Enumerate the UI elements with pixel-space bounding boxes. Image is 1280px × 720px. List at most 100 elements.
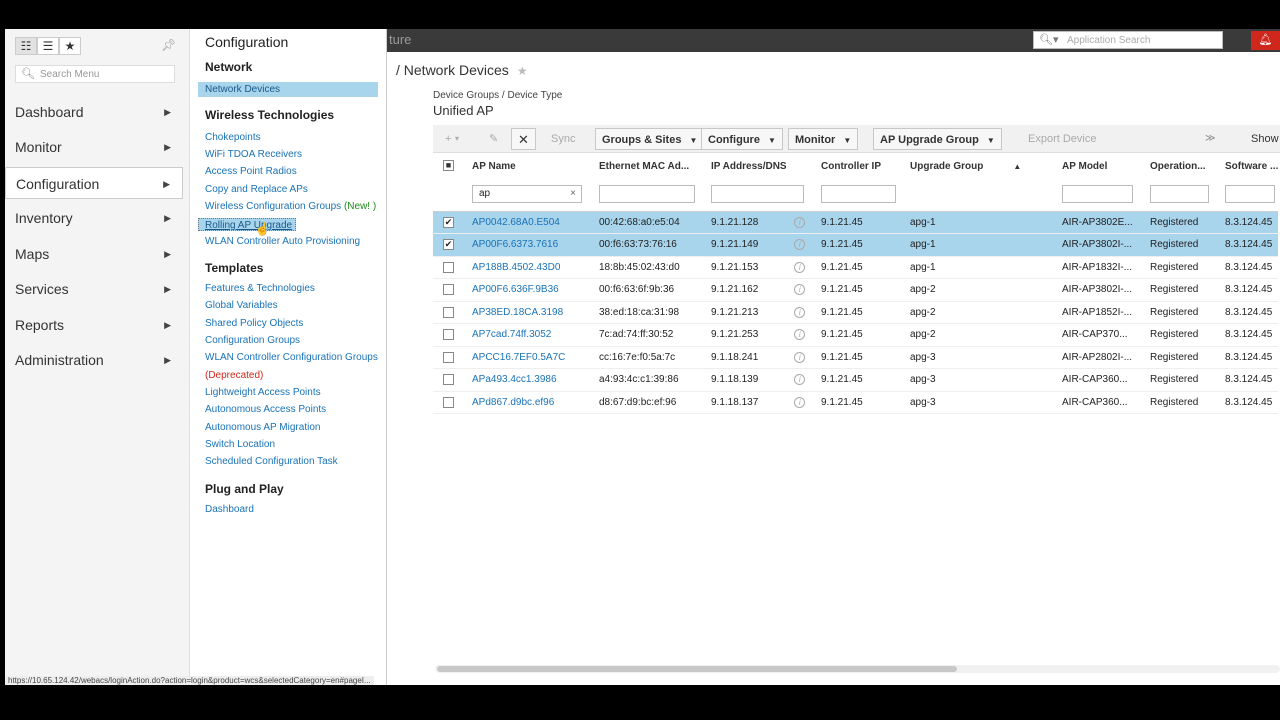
add-icon[interactable]: + <box>445 128 451 150</box>
breadcrumb[interactable]: Device Groups / Device Type <box>433 90 562 101</box>
info-icon[interactable]: i <box>794 284 806 296</box>
delete-icon[interactable]: ✕ <box>511 128 536 150</box>
menu-lightweight-aps[interactable]: Lightweight Access Points <box>205 387 321 398</box>
controller-ip-filter-input[interactable] <box>821 184 896 203</box>
operational-filter-input[interactable] <box>1150 184 1209 203</box>
menu-copy-replace-aps[interactable]: Copy and Replace APs <box>205 184 308 195</box>
table-row[interactable]: AP188B.4502.43D0 18:8b:45:02:43:d0 9.1.21.… <box>433 256 1279 279</box>
nav-inventory[interactable]: Inventory ▶ <box>5 202 183 234</box>
row-checkbox[interactable] <box>443 306 454 318</box>
application-search-input[interactable]: 🔍︎▾ Application Search <box>1033 31 1223 49</box>
menu-autonomous-ap-migration[interactable]: Autonomous AP Migration <box>205 422 320 433</box>
nav-monitor[interactable]: Monitor ▶ <box>5 131 183 163</box>
column-software[interactable]: Software ... <box>1219 155 1278 177</box>
table-row[interactable]: APd867.d9bc.ef96 d8:67:d9:bc:ef:96 9.1.18.… <box>433 391 1279 414</box>
monitor-button[interactable]: Monitor ▼ <box>788 128 859 150</box>
nav-configuration[interactable]: Configuration ▶ <box>5 167 183 199</box>
pin-icon[interactable]: 📌︎ <box>161 38 176 52</box>
row-checkbox[interactable] <box>443 396 454 408</box>
software-filter-input[interactable] <box>1225 184 1275 203</box>
table-row[interactable]: APCC16.7EF0.5A7C cc:16:7e:f0:5a:7c 9.1.18.… <box>433 346 1279 369</box>
ap-model-filter-input[interactable] <box>1062 184 1133 203</box>
nav-reports[interactable]: Reports ▶ <box>5 309 183 341</box>
list-view-button[interactable]: ☰ <box>37 37 59 55</box>
table-row[interactable]: ✔ AP00F6.6373.7616 00:f6:63:73:76:16 9.1.21… <box>433 233 1279 257</box>
sync-button[interactable]: Sync <box>551 128 575 150</box>
row-checkbox[interactable] <box>443 351 454 363</box>
menu-access-point-radios[interactable]: Access Point Radios <box>205 166 297 177</box>
favorite-star-icon[interactable]: ★ <box>517 64 528 78</box>
row-checkbox[interactable]: ✔ <box>443 239 454 251</box>
table-row[interactable]: AP38ED.18CA.3198 38:ed:18:ca:31:98 9.1.21.… <box>433 301 1279 324</box>
column-ip[interactable]: IP Address/DNS <box>705 155 815 177</box>
show-filter-button[interactable]: Show <box>1251 128 1279 150</box>
nav-maps[interactable]: Maps ▶ <box>5 238 183 270</box>
table-row[interactable]: ✔ AP0042.68A0.E504 00:42:68:a0:e5:04 9.1.21… <box>433 211 1279 234</box>
info-icon[interactable]: i <box>794 374 806 386</box>
info-icon[interactable]: i <box>794 396 806 408</box>
info-icon[interactable]: i <box>794 261 806 273</box>
row-checkbox[interactable] <box>443 284 454 296</box>
nav-administration[interactable]: Administration ▶ <box>5 344 183 376</box>
column-controller-ip[interactable]: Controller IP <box>815 155 904 177</box>
column-mac[interactable]: Ethernet MAC Ad... <box>593 155 705 177</box>
menu-network-devices[interactable]: Network Devices <box>198 82 378 97</box>
ap-name-link[interactable]: AP7cad.74ff.3052 <box>472 329 551 340</box>
ap-name-link[interactable]: AP00F6.636F.9B36 <box>472 284 559 295</box>
menu-autonomous-aps[interactable]: Autonomous Access Points <box>205 404 326 415</box>
edit-icon[interactable]: ✎ <box>489 128 498 150</box>
ap-name-link[interactable]: APa493.4cc1.3986 <box>472 374 557 385</box>
table-row[interactable]: AP00F6.636F.9B36 00:f6:63:6f:9b:36 9.1.21.… <box>433 278 1279 302</box>
ap-name-link[interactable]: APd867.d9bc.ef96 <box>472 397 554 408</box>
groups-sites-button[interactable]: Groups & Sites ▼ <box>595 128 705 150</box>
ap-name-link[interactable]: AP00F6.6373.7616 <box>472 239 558 250</box>
row-checkbox[interactable]: ✔ <box>443 216 454 228</box>
add-dropdown-icon[interactable]: ▾ <box>455 128 459 150</box>
horizontal-scrollbar[interactable] <box>435 665 1280 673</box>
alarm-bell-icon[interactable]: 🔔︎ <box>1251 31 1280 50</box>
ap-name-filter-input[interactable]: ap × <box>472 184 582 203</box>
table-row[interactable]: AP7cad.74ff.3052 7c:ad:74:ff:30:52 9.1.21.… <box>433 323 1279 347</box>
mac-filter-input[interactable] <box>599 184 695 203</box>
ap-name-link[interactable]: AP0042.68A0.E504 <box>472 217 560 228</box>
expand-icon[interactable]: ≫ <box>1205 128 1215 150</box>
table-row[interactable]: APa493.4cc1.3986 a4:93:4c:c1:39:86 9.1.18.… <box>433 368 1279 392</box>
icon-view-button[interactable]: ☷ <box>15 37 37 55</box>
menu-wireless-config-groups[interactable]: Wireless Configuration Groups (New! ) <box>205 201 376 212</box>
menu-wifi-tdoa-receivers[interactable]: WiFi TDOA Receivers <box>205 149 302 160</box>
ip-filter-input[interactable] <box>711 184 804 203</box>
info-icon[interactable]: i <box>794 216 806 228</box>
menu-switch-location[interactable]: Switch Location <box>205 439 275 450</box>
ap-name-link[interactable]: AP188B.4502.43D0 <box>472 262 560 273</box>
info-icon[interactable]: i <box>794 351 806 363</box>
nav-dashboard[interactable]: Dashboard ▶ <box>5 96 183 128</box>
row-checkbox[interactable] <box>443 261 454 273</box>
nav-services[interactable]: Services ▶ <box>5 273 183 305</box>
info-icon[interactable]: i <box>794 329 806 341</box>
select-all-checkbox[interactable]: ■ <box>443 160 454 172</box>
menu-rolling-ap-upgrade[interactable]: Rolling AP Upgrade <box>198 218 296 231</box>
row-checkbox[interactable] <box>443 329 454 341</box>
info-icon[interactable]: i <box>794 239 806 251</box>
column-upgrade-group[interactable]: Upgrade Group ▲ <box>904 155 1056 177</box>
column-ap-model[interactable]: AP Model <box>1056 155 1144 177</box>
menu-pnp-dashboard[interactable]: Dashboard <box>205 504 254 515</box>
menu-search-input[interactable]: 🔍︎ Search Menu <box>15 65 175 83</box>
configure-button[interactable]: Configure ▼ <box>701 128 783 150</box>
favorites-star-icon[interactable]: ★ <box>59 37 81 55</box>
clear-icon[interactable]: × <box>570 186 576 202</box>
menu-wlan-auto-provisioning[interactable]: WLAN Controller Auto Provisioning <box>205 236 360 247</box>
menu-shared-policy-objects[interactable]: Shared Policy Objects <box>205 318 303 329</box>
scrollbar-thumb[interactable] <box>437 666 957 672</box>
column-ap-name[interactable]: AP Name <box>466 155 593 177</box>
row-checkbox[interactable] <box>443 374 454 386</box>
menu-wlan-controller-config-groups[interactable]: WLAN Controller Configuration Groups <box>205 352 378 363</box>
ap-upgrade-group-button[interactable]: AP Upgrade Group ▼ <box>873 128 1002 150</box>
menu-features-technologies[interactable]: Features & Technologies <box>205 283 315 294</box>
menu-configuration-groups[interactable]: Configuration Groups <box>205 335 300 346</box>
column-operational-status[interactable]: Operation... <box>1144 155 1219 177</box>
menu-scheduled-config-task[interactable]: Scheduled Configuration Task <box>205 456 338 467</box>
ap-name-link[interactable]: APCC16.7EF0.5A7C <box>472 352 565 363</box>
info-icon[interactable]: i <box>794 306 806 318</box>
menu-global-variables[interactable]: Global Variables <box>205 300 278 311</box>
